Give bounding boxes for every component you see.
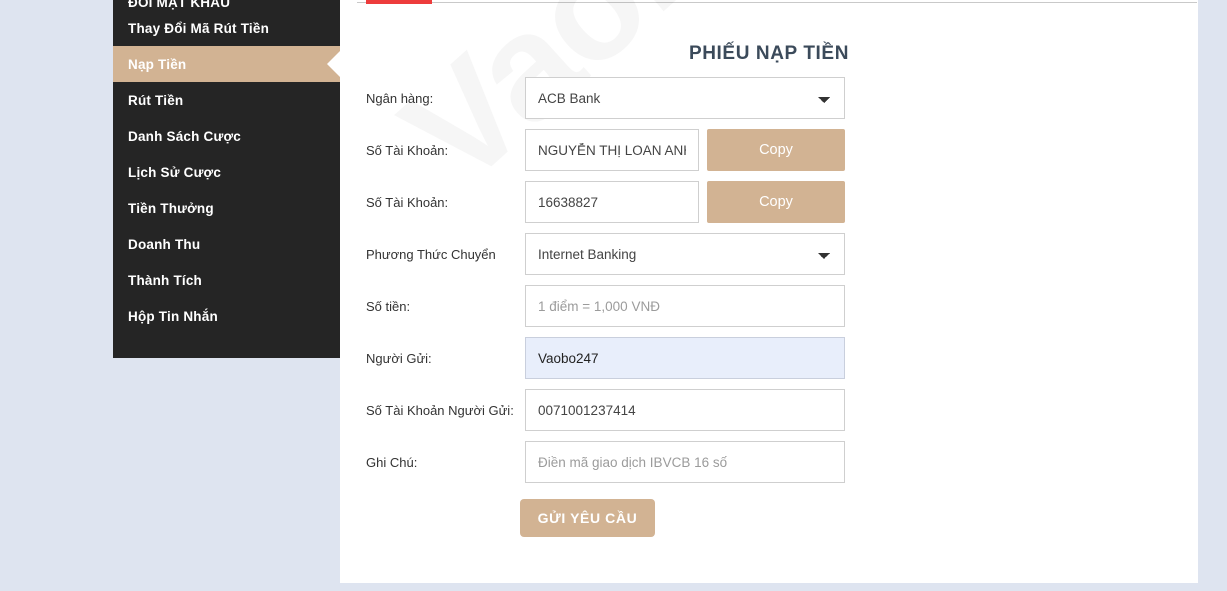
content-panel: Vaobo247.com PHIẾU NẠP TIỀN Ngân hàng: A… — [340, 0, 1198, 583]
page-title: PHIẾU NẠP TIỀN — [688, 42, 850, 64]
sidebar-item-lich-su-cuoc[interactable]: Lịch Sử Cược — [113, 154, 340, 190]
copy-account-name-button[interactable]: Copy — [707, 129, 845, 171]
sidebar-item-thanh-tich[interactable]: Thành Tích — [113, 262, 340, 298]
sidebar-item-label: Doanh Thu — [128, 236, 201, 252]
account-name-field-wrap: Copy — [525, 129, 845, 171]
sidebar-item-doanh-thu[interactable]: Doanh Thu — [113, 226, 340, 262]
form-row-note: Ghi Chú: — [340, 436, 1198, 488]
form-row-sender-account: Số Tài Khoản Người Gửi: — [340, 384, 1198, 436]
sidebar-nav: ĐỔI MẬT KHẨU Thay Đổi Mã Rút Tiền Nạp Ti… — [113, 0, 340, 358]
amount-field-wrap — [525, 285, 845, 327]
form-row-transfer-method: Phương Thức Chuyển Internet Banking — [340, 228, 1198, 280]
form-row-submit: GỬI YÊU CẦU — [340, 488, 1198, 548]
sidebar-item-tien-thuong[interactable]: Tiền Thưởng — [113, 190, 340, 226]
form-row-account-number: Số Tài Khoản: Copy — [340, 176, 1198, 228]
page-root: ĐỔI MẬT KHẨU Thay Đổi Mã Rút Tiền Nạp Ti… — [0, 0, 1227, 591]
note-field-wrap — [525, 441, 845, 483]
tab-bar-divider — [357, 2, 1197, 3]
sidebar-item-label: Danh Sách Cược — [128, 128, 241, 144]
sidebar-item-label: ĐỔI MẬT KHẨU — [128, 0, 231, 10]
account-number-field-wrap: Copy — [525, 181, 845, 223]
amount-input[interactable] — [525, 285, 845, 327]
form-row-amount: Số tiền: — [340, 280, 1198, 332]
sidebar-item-label: Hộp Tin Nhắn — [128, 308, 218, 324]
sender-label: Người Gửi: — [366, 350, 432, 366]
sidebar-item-thay-doi-ma-rut-tien[interactable]: Thay Đổi Mã Rút Tiền — [113, 10, 340, 46]
sender-input[interactable] — [525, 337, 845, 379]
note-label: Ghi Chú: — [366, 454, 418, 470]
account-name-label: Số Tài Khoản: — [366, 142, 449, 158]
transfer-method-label: Phương Thức Chuyển — [366, 246, 496, 262]
sender-account-field-wrap — [525, 389, 845, 431]
sidebar-item-label: Tiền Thưởng — [128, 200, 214, 216]
sidebar-item-label: Lịch Sử Cược — [128, 164, 222, 180]
bank-label: Ngân hàng: — [366, 90, 434, 106]
sidebar-item-label: Nạp Tiền — [128, 56, 187, 72]
amount-label: Số tiền: — [366, 298, 411, 314]
sidebar-item-hop-tin-nhan[interactable]: Hộp Tin Nhắn — [113, 298, 340, 334]
sender-account-input[interactable] — [525, 389, 845, 431]
active-arrow-icon — [327, 51, 340, 77]
tab-bar — [340, 0, 1198, 6]
form-row-account-name: Số Tài Khoản: Copy — [340, 124, 1198, 176]
note-input[interactable] — [525, 441, 845, 483]
submit-request-button[interactable]: GỬI YÊU CẦU — [520, 499, 655, 537]
sidebar-item-danh-sach-cuoc[interactable]: Danh Sách Cược — [113, 118, 340, 154]
sidebar-item-label: Thay Đổi Mã Rút Tiền — [128, 20, 270, 36]
account-name-input[interactable] — [525, 129, 699, 171]
sidebar-item-rut-tien[interactable]: Rút Tiền — [113, 82, 340, 118]
transfer-method-field-wrap: Internet Banking — [525, 233, 845, 275]
sender-account-label: Số Tài Khoản Người Gửi: — [366, 402, 514, 418]
active-tab-indicator[interactable] — [366, 0, 432, 4]
bank-select[interactable]: ACB Bank — [525, 77, 845, 119]
sidebar-item-label: Rút Tiền — [128, 92, 184, 108]
sidebar-item-doi-mat-khau[interactable]: ĐỔI MẬT KHẨU — [113, 0, 340, 10]
form-row-bank: Ngân hàng: ACB Bank — [340, 72, 1198, 124]
deposit-form: Ngân hàng: ACB Bank Số Tài Khoản: Copy S… — [340, 72, 1198, 548]
sidebar-item-nap-tien[interactable]: Nạp Tiền — [113, 46, 340, 82]
account-number-label: Số Tài Khoản: — [366, 194, 449, 210]
sender-field-wrap — [525, 337, 845, 379]
sidebar-item-label: Thành Tích — [128, 272, 202, 288]
copy-account-number-button[interactable]: Copy — [707, 181, 845, 223]
form-row-sender: Người Gửi: — [340, 332, 1198, 384]
bank-field-wrap: ACB Bank — [525, 77, 845, 119]
account-number-input[interactable] — [525, 181, 699, 223]
transfer-method-select[interactable]: Internet Banking — [525, 233, 845, 275]
